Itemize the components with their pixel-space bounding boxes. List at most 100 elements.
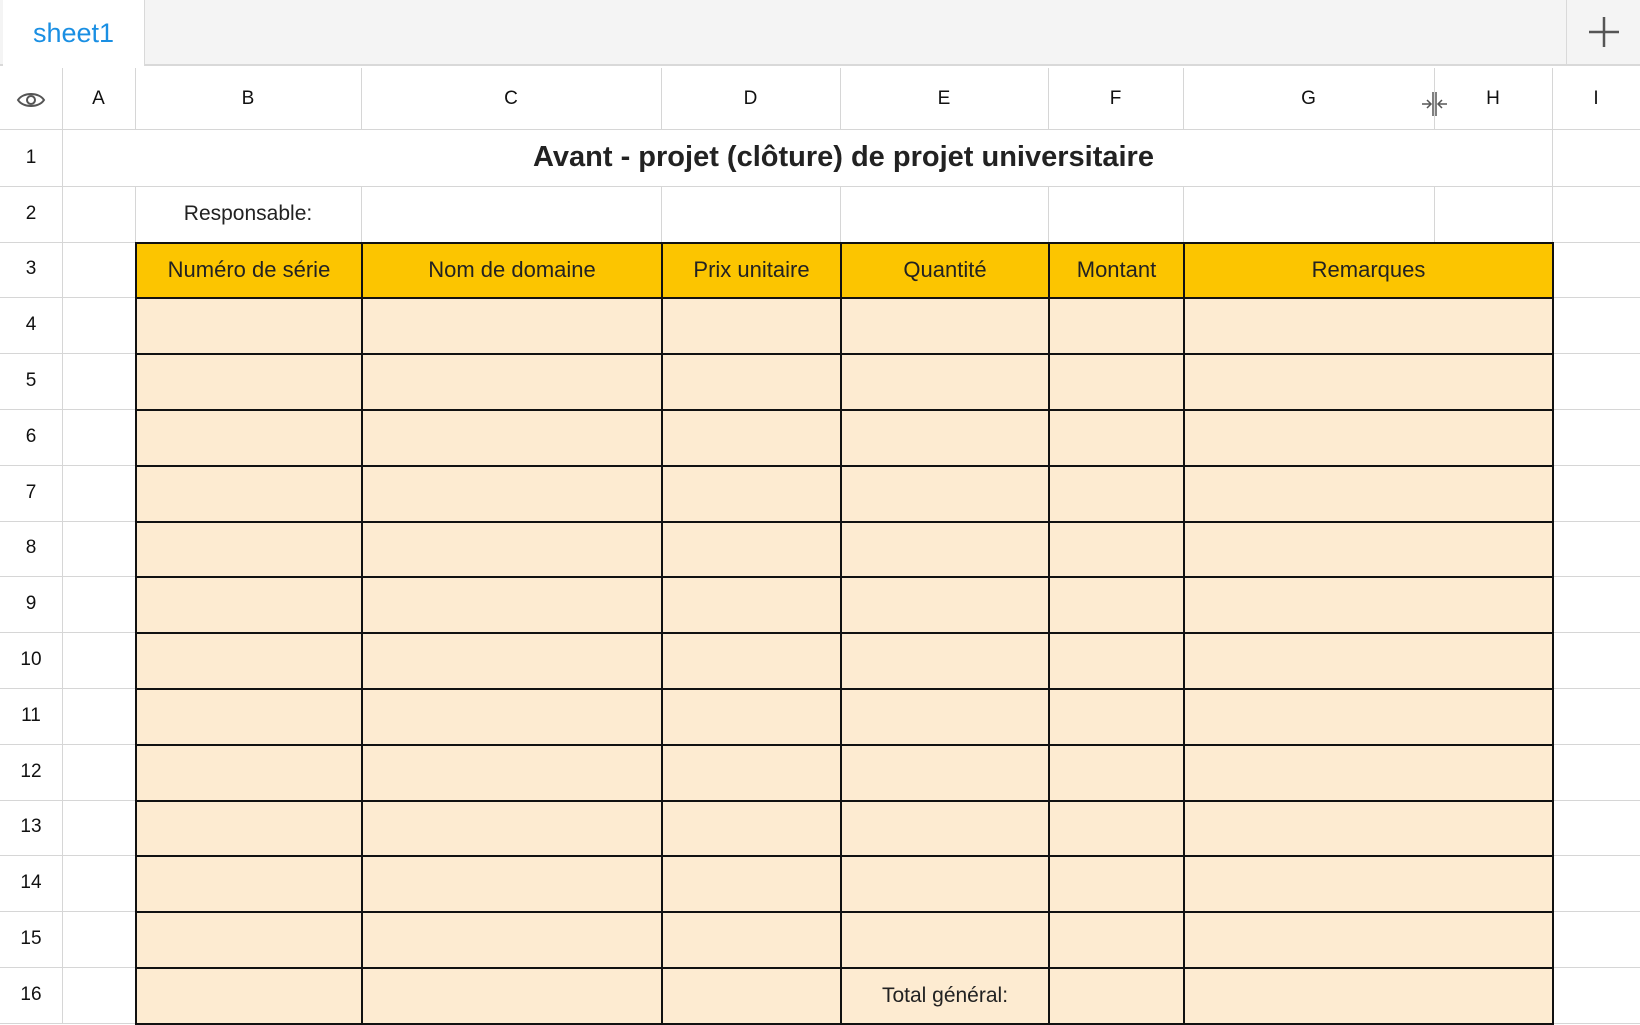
table-cell-numero-de-serie[interactable] bbox=[135, 799, 363, 858]
row-header-9[interactable]: 9 bbox=[0, 576, 62, 632]
table-cell-quantite[interactable] bbox=[840, 799, 1050, 858]
table-cell-prix-unitaire[interactable] bbox=[661, 464, 842, 523]
header-prix-unitaire[interactable]: Prix unitaire bbox=[661, 241, 842, 300]
column-header-e[interactable]: E bbox=[840, 68, 1048, 130]
table-cell-nom-de-domaine[interactable] bbox=[361, 297, 663, 356]
table-cell-remarques[interactable] bbox=[1183, 855, 1554, 914]
table-cell-prix-unitaire[interactable] bbox=[661, 520, 842, 579]
table-cell-quantite[interactable] bbox=[840, 911, 1050, 969]
column-header-c[interactable]: C bbox=[361, 68, 661, 130]
row-header-10[interactable]: 10 bbox=[0, 632, 62, 688]
column-header-h[interactable]: H bbox=[1434, 68, 1552, 130]
table-cell-nom-de-domaine[interactable] bbox=[361, 576, 663, 635]
row-header-4[interactable]: 4 bbox=[0, 297, 62, 353]
table-cell-montant[interactable] bbox=[1048, 799, 1185, 858]
table-cell-montant[interactable] bbox=[1048, 520, 1185, 579]
table-cell-montant[interactable] bbox=[1048, 353, 1185, 411]
row-header-11[interactable]: 11 bbox=[0, 688, 62, 744]
table-cell-quantite[interactable] bbox=[840, 464, 1050, 523]
table-cell-prix-unitaire[interactable] bbox=[661, 799, 842, 858]
table-cell-quantite[interactable] bbox=[840, 632, 1050, 690]
table-cell-remarques[interactable] bbox=[1183, 632, 1554, 690]
table-cell-numero-de-serie[interactable] bbox=[135, 855, 363, 914]
table-cell-remarques[interactable] bbox=[1183, 967, 1554, 1025]
total-general-label[interactable]: Total général: bbox=[840, 967, 1050, 1025]
table-cell-remarques[interactable] bbox=[1183, 799, 1554, 858]
table-cell-nom-de-domaine[interactable] bbox=[361, 520, 663, 579]
table-cell-prix-unitaire[interactable] bbox=[661, 409, 842, 467]
table-cell-remarques[interactable] bbox=[1183, 297, 1554, 356]
table-cell-prix-unitaire[interactable] bbox=[661, 967, 842, 1025]
table-cell-prix-unitaire[interactable] bbox=[661, 911, 842, 969]
table-cell-quantite[interactable] bbox=[840, 297, 1050, 356]
table-cell-nom-de-domaine[interactable] bbox=[361, 799, 663, 858]
table-cell-nom-de-domaine[interactable] bbox=[361, 967, 663, 1025]
row-header-6[interactable]: 6 bbox=[0, 409, 62, 465]
table-cell-prix-unitaire[interactable] bbox=[661, 353, 842, 411]
table-cell-montant[interactable] bbox=[1048, 967, 1185, 1025]
table-cell-nom-de-domaine[interactable] bbox=[361, 353, 663, 411]
table-cell-nom-de-domaine[interactable] bbox=[361, 464, 663, 523]
table-cell-numero-de-serie[interactable] bbox=[135, 967, 363, 1025]
table-cell-quantite[interactable] bbox=[840, 409, 1050, 467]
row-header-5[interactable]: 5 bbox=[0, 353, 62, 409]
responsable-label[interactable]: Responsable: bbox=[135, 186, 361, 242]
row-header-15[interactable]: 15 bbox=[0, 911, 62, 967]
column-header-f[interactable]: F bbox=[1048, 68, 1183, 130]
header-remarques[interactable]: Remarques bbox=[1183, 241, 1554, 300]
table-cell-montant[interactable] bbox=[1048, 297, 1185, 356]
table-cell-numero-de-serie[interactable] bbox=[135, 576, 363, 635]
table-cell-quantite[interactable] bbox=[840, 855, 1050, 914]
table-cell-nom-de-domaine[interactable] bbox=[361, 911, 663, 969]
column-header-d[interactable]: D bbox=[661, 68, 840, 130]
tab-sheet1[interactable]: sheet1 bbox=[3, 0, 145, 66]
row-header-7[interactable]: 7 bbox=[0, 465, 62, 521]
row-header-13[interactable]: 13 bbox=[0, 800, 62, 856]
header-quantite[interactable]: Quantité bbox=[840, 241, 1050, 300]
table-cell-montant[interactable] bbox=[1048, 409, 1185, 467]
column-header-i[interactable]: I bbox=[1552, 68, 1640, 130]
table-cell-montant[interactable] bbox=[1048, 855, 1185, 914]
table-cell-nom-de-domaine[interactable] bbox=[361, 632, 663, 690]
table-cell-numero-de-serie[interactable] bbox=[135, 743, 363, 802]
row-header-12[interactable]: 12 bbox=[0, 744, 62, 800]
column-freeze-icon[interactable] bbox=[1420, 90, 1448, 118]
table-cell-nom-de-domaine[interactable] bbox=[361, 743, 663, 802]
table-cell-prix-unitaire[interactable] bbox=[661, 632, 842, 690]
table-cell-nom-de-domaine[interactable] bbox=[361, 855, 663, 914]
row-header-14[interactable]: 14 bbox=[0, 855, 62, 911]
table-cell-prix-unitaire[interactable] bbox=[661, 688, 842, 746]
table-cell-quantite[interactable] bbox=[840, 353, 1050, 411]
row-header-1[interactable]: 1 bbox=[0, 130, 62, 186]
table-cell-remarques[interactable] bbox=[1183, 688, 1554, 746]
table-cell-quantite[interactable] bbox=[840, 520, 1050, 579]
sheet-title[interactable]: Avant - projet (clôture) de projet unive… bbox=[135, 130, 1552, 186]
eye-icon[interactable] bbox=[16, 86, 46, 114]
table-cell-montant[interactable] bbox=[1048, 743, 1185, 802]
table-cell-remarques[interactable] bbox=[1183, 911, 1554, 969]
table-cell-remarques[interactable] bbox=[1183, 409, 1554, 467]
table-cell-quantite[interactable] bbox=[840, 743, 1050, 802]
row-header-16[interactable]: 16 bbox=[0, 967, 62, 1023]
table-cell-prix-unitaire[interactable] bbox=[661, 743, 842, 802]
table-cell-montant[interactable] bbox=[1048, 576, 1185, 635]
table-cell-montant[interactable] bbox=[1048, 632, 1185, 690]
table-cell-prix-unitaire[interactable] bbox=[661, 297, 842, 356]
add-sheet-button[interactable] bbox=[1567, 0, 1640, 64]
column-header-b[interactable]: B bbox=[135, 68, 361, 130]
table-cell-montant[interactable] bbox=[1048, 911, 1185, 969]
table-cell-remarques[interactable] bbox=[1183, 576, 1554, 635]
column-header-a[interactable]: A bbox=[62, 68, 135, 130]
column-header-g[interactable]: G bbox=[1183, 68, 1434, 130]
table-cell-remarques[interactable] bbox=[1183, 353, 1554, 411]
header-numero-de-serie[interactable]: Numéro de série bbox=[135, 241, 363, 300]
table-cell-nom-de-domaine[interactable] bbox=[361, 409, 663, 467]
table-cell-montant[interactable] bbox=[1048, 688, 1185, 746]
table-cell-numero-de-serie[interactable] bbox=[135, 409, 363, 467]
table-cell-quantite[interactable] bbox=[840, 688, 1050, 746]
table-cell-numero-de-serie[interactable] bbox=[135, 688, 363, 746]
table-cell-numero-de-serie[interactable] bbox=[135, 297, 363, 356]
table-cell-numero-de-serie[interactable] bbox=[135, 911, 363, 969]
table-cell-montant[interactable] bbox=[1048, 464, 1185, 523]
header-montant[interactable]: Montant bbox=[1048, 241, 1185, 300]
